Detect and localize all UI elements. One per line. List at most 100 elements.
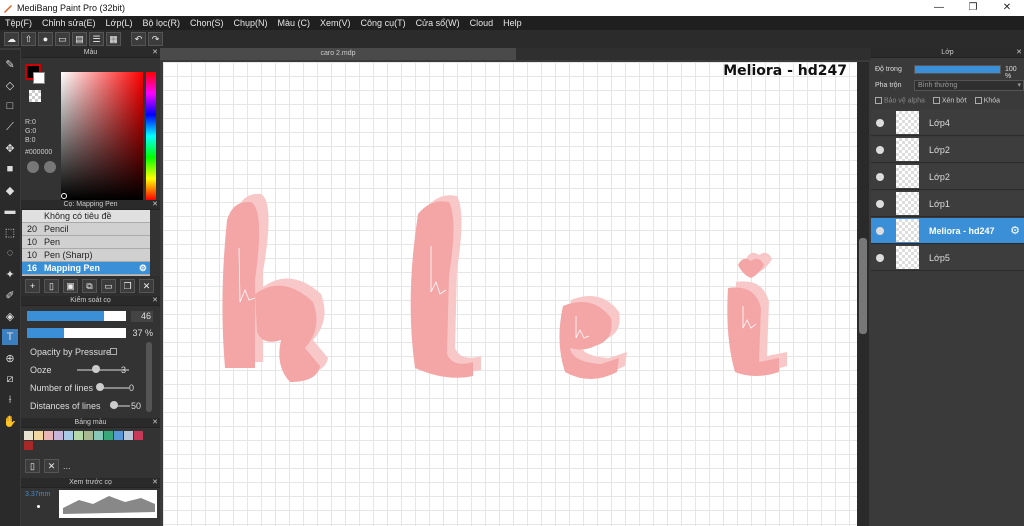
hand-tool-icon[interactable]: ✋ xyxy=(2,413,18,429)
panel-close-icon[interactable]: ✕ xyxy=(152,296,158,306)
panel-icon[interactable]: ▤ xyxy=(72,32,87,46)
duplicate-icon[interactable]: ❐ xyxy=(120,279,135,293)
divide-tool-icon[interactable]: ⧄ xyxy=(2,371,18,387)
gradient-tool-icon[interactable]: ▬ xyxy=(2,203,18,219)
cloud-icon[interactable]: ☁ xyxy=(4,32,19,46)
copy-brush-icon[interactable]: ⧉ xyxy=(82,279,97,293)
fill-rect-tool-icon[interactable]: ■ xyxy=(2,161,18,177)
layer-row[interactable]: Lớp4 xyxy=(871,110,1024,136)
blend-mode-select[interactable]: Bình thường ▾ xyxy=(914,80,1024,91)
visibility-icon[interactable] xyxy=(876,145,884,154)
picker-cursor[interactable] xyxy=(61,193,67,199)
palette-swatch[interactable] xyxy=(44,431,53,440)
palette-swatch[interactable] xyxy=(74,431,83,440)
panel-close-icon[interactable]: ✕ xyxy=(152,418,158,428)
operation-tool-icon[interactable]: ⊕ xyxy=(2,350,18,366)
clip-checkbox[interactable] xyxy=(932,97,940,104)
ooze-slider-handle[interactable] xyxy=(92,365,100,373)
menu-view[interactable]: Xem(V) xyxy=(315,18,356,28)
visibility-icon[interactable] xyxy=(876,226,884,235)
brush-item[interactable]: Không có tiêu đề xyxy=(22,210,150,223)
document-tab[interactable]: caro 2.mdp xyxy=(160,48,516,60)
palette-swatch[interactable] xyxy=(24,431,33,440)
redo-icon[interactable]: ↷ xyxy=(148,32,163,46)
palette-swatch[interactable] xyxy=(64,431,73,440)
visibility-icon[interactable] xyxy=(876,199,884,208)
saturation-value-picker[interactable] xyxy=(61,72,143,200)
new-brush-icon[interactable]: ▯ xyxy=(44,279,59,293)
eraser-tool-icon[interactable]: ◇ xyxy=(2,77,18,93)
lock-option[interactable]: Khóa xyxy=(974,97,1000,104)
menu-file[interactable]: Tệp(F) xyxy=(0,18,37,28)
palette-swatch[interactable] xyxy=(134,431,143,440)
palette-swatch[interactable] xyxy=(94,431,103,440)
palette-swatch[interactable] xyxy=(24,441,33,450)
select-pen-tool-icon[interactable]: ✐ xyxy=(2,287,18,303)
color-mode-icon[interactable] xyxy=(27,161,39,173)
folder-icon[interactable]: ▭ xyxy=(101,279,116,293)
opacity-pressure-checkbox[interactable] xyxy=(110,348,117,355)
delete-swatch-icon[interactable]: ✕ xyxy=(44,459,59,473)
visibility-icon[interactable] xyxy=(876,118,884,127)
menu-tools[interactable]: Công cụ(T) xyxy=(356,18,411,28)
brush-settings-icon[interactable]: ▣ xyxy=(63,279,78,293)
rectangle-tool-icon[interactable]: □ xyxy=(2,98,18,114)
brush-item[interactable]: 10 Pen xyxy=(22,236,150,249)
panel-close-icon[interactable]: ✕ xyxy=(152,478,158,488)
menu-window[interactable]: Cửa sổ(W) xyxy=(411,18,465,28)
brush-size-slider[interactable] xyxy=(27,311,126,321)
palette-swatch[interactable] xyxy=(84,431,93,440)
palette-more[interactable]: ... xyxy=(63,461,71,471)
palette-swatch[interactable] xyxy=(104,431,113,440)
list-icon[interactable]: ☰ xyxy=(89,32,104,46)
bucket-tool-icon[interactable]: ◆ xyxy=(2,182,18,198)
visibility-icon[interactable] xyxy=(876,253,884,262)
close-button[interactable]: ✕ xyxy=(990,0,1024,16)
hue-slider[interactable] xyxy=(146,72,156,200)
palette-swatch[interactable] xyxy=(114,431,123,440)
menu-layer[interactable]: Lớp(L) xyxy=(101,18,138,28)
undo-icon[interactable]: ↶ xyxy=(131,32,146,46)
drawing-canvas[interactable]: Meliora - hd247 xyxy=(163,62,857,526)
magic-wand-tool-icon[interactable]: ✦ xyxy=(2,266,18,282)
gear-icon[interactable]: ⚙ xyxy=(1010,224,1020,237)
protect-alpha-option[interactable]: Bảo vệ alpha xyxy=(875,97,925,104)
background-color-swatch[interactable] xyxy=(33,72,45,84)
move-tool-icon[interactable]: ✥ xyxy=(2,140,18,156)
scrollbar-thumb[interactable] xyxy=(859,238,867,334)
select-eraser-tool-icon[interactable]: ◈ xyxy=(2,308,18,324)
canvas-vertical-scrollbar[interactable] xyxy=(857,62,869,526)
grid-icon[interactable]: ▦ xyxy=(106,32,121,46)
menu-color[interactable]: Màu (C) xyxy=(273,18,316,28)
trash-icon[interactable]: ✕ xyxy=(139,279,154,293)
lock-checkbox[interactable] xyxy=(974,97,982,104)
layer-opacity-slider[interactable] xyxy=(914,65,1001,74)
upload-icon[interactable]: ⇧ xyxy=(21,32,36,46)
pen-tool-icon[interactable]: ⟋ xyxy=(2,119,18,135)
distance-slider-handle[interactable] xyxy=(110,401,118,409)
palette-swatch[interactable] xyxy=(124,431,133,440)
panel-close-icon[interactable]: ✕ xyxy=(152,48,158,58)
menu-edit[interactable]: Chỉnh sửa(E) xyxy=(37,18,101,28)
lasso-tool-icon[interactable]: ◌ xyxy=(2,245,18,261)
menu-cloud[interactable]: Cloud xyxy=(465,18,499,28)
transparent-color-swatch[interactable] xyxy=(29,90,41,102)
palette-swatch[interactable] xyxy=(54,431,63,440)
layer-row[interactable]: Lớp5 xyxy=(871,245,1024,271)
menu-snap[interactable]: Chụp(N) xyxy=(229,18,273,28)
brush-control-scrollbar[interactable] xyxy=(146,342,152,412)
layer-row[interactable]: Lớp2 xyxy=(871,164,1024,190)
new-swatch-icon[interactable]: ▯ xyxy=(25,459,40,473)
protect-alpha-checkbox[interactable] xyxy=(875,97,882,104)
brush-item[interactable]: 20 Pencil xyxy=(22,223,150,236)
brush-tool-icon[interactable]: ✎ xyxy=(2,56,18,72)
layer-row-active[interactable]: Meliora - hd247 ⚙ xyxy=(871,218,1024,244)
layer-row[interactable]: Lớp2 xyxy=(871,137,1024,163)
menu-select[interactable]: Chọn(S) xyxy=(185,18,229,28)
palette-swatch[interactable] xyxy=(34,431,43,440)
comment-icon[interactable]: ● xyxy=(38,32,53,46)
gear-icon[interactable]: ⚙ xyxy=(139,263,147,274)
chat-icon[interactable]: ▭ xyxy=(55,32,70,46)
maximize-button[interactable]: ❐ xyxy=(956,0,990,16)
add-brush-icon[interactable]: + xyxy=(25,279,40,293)
